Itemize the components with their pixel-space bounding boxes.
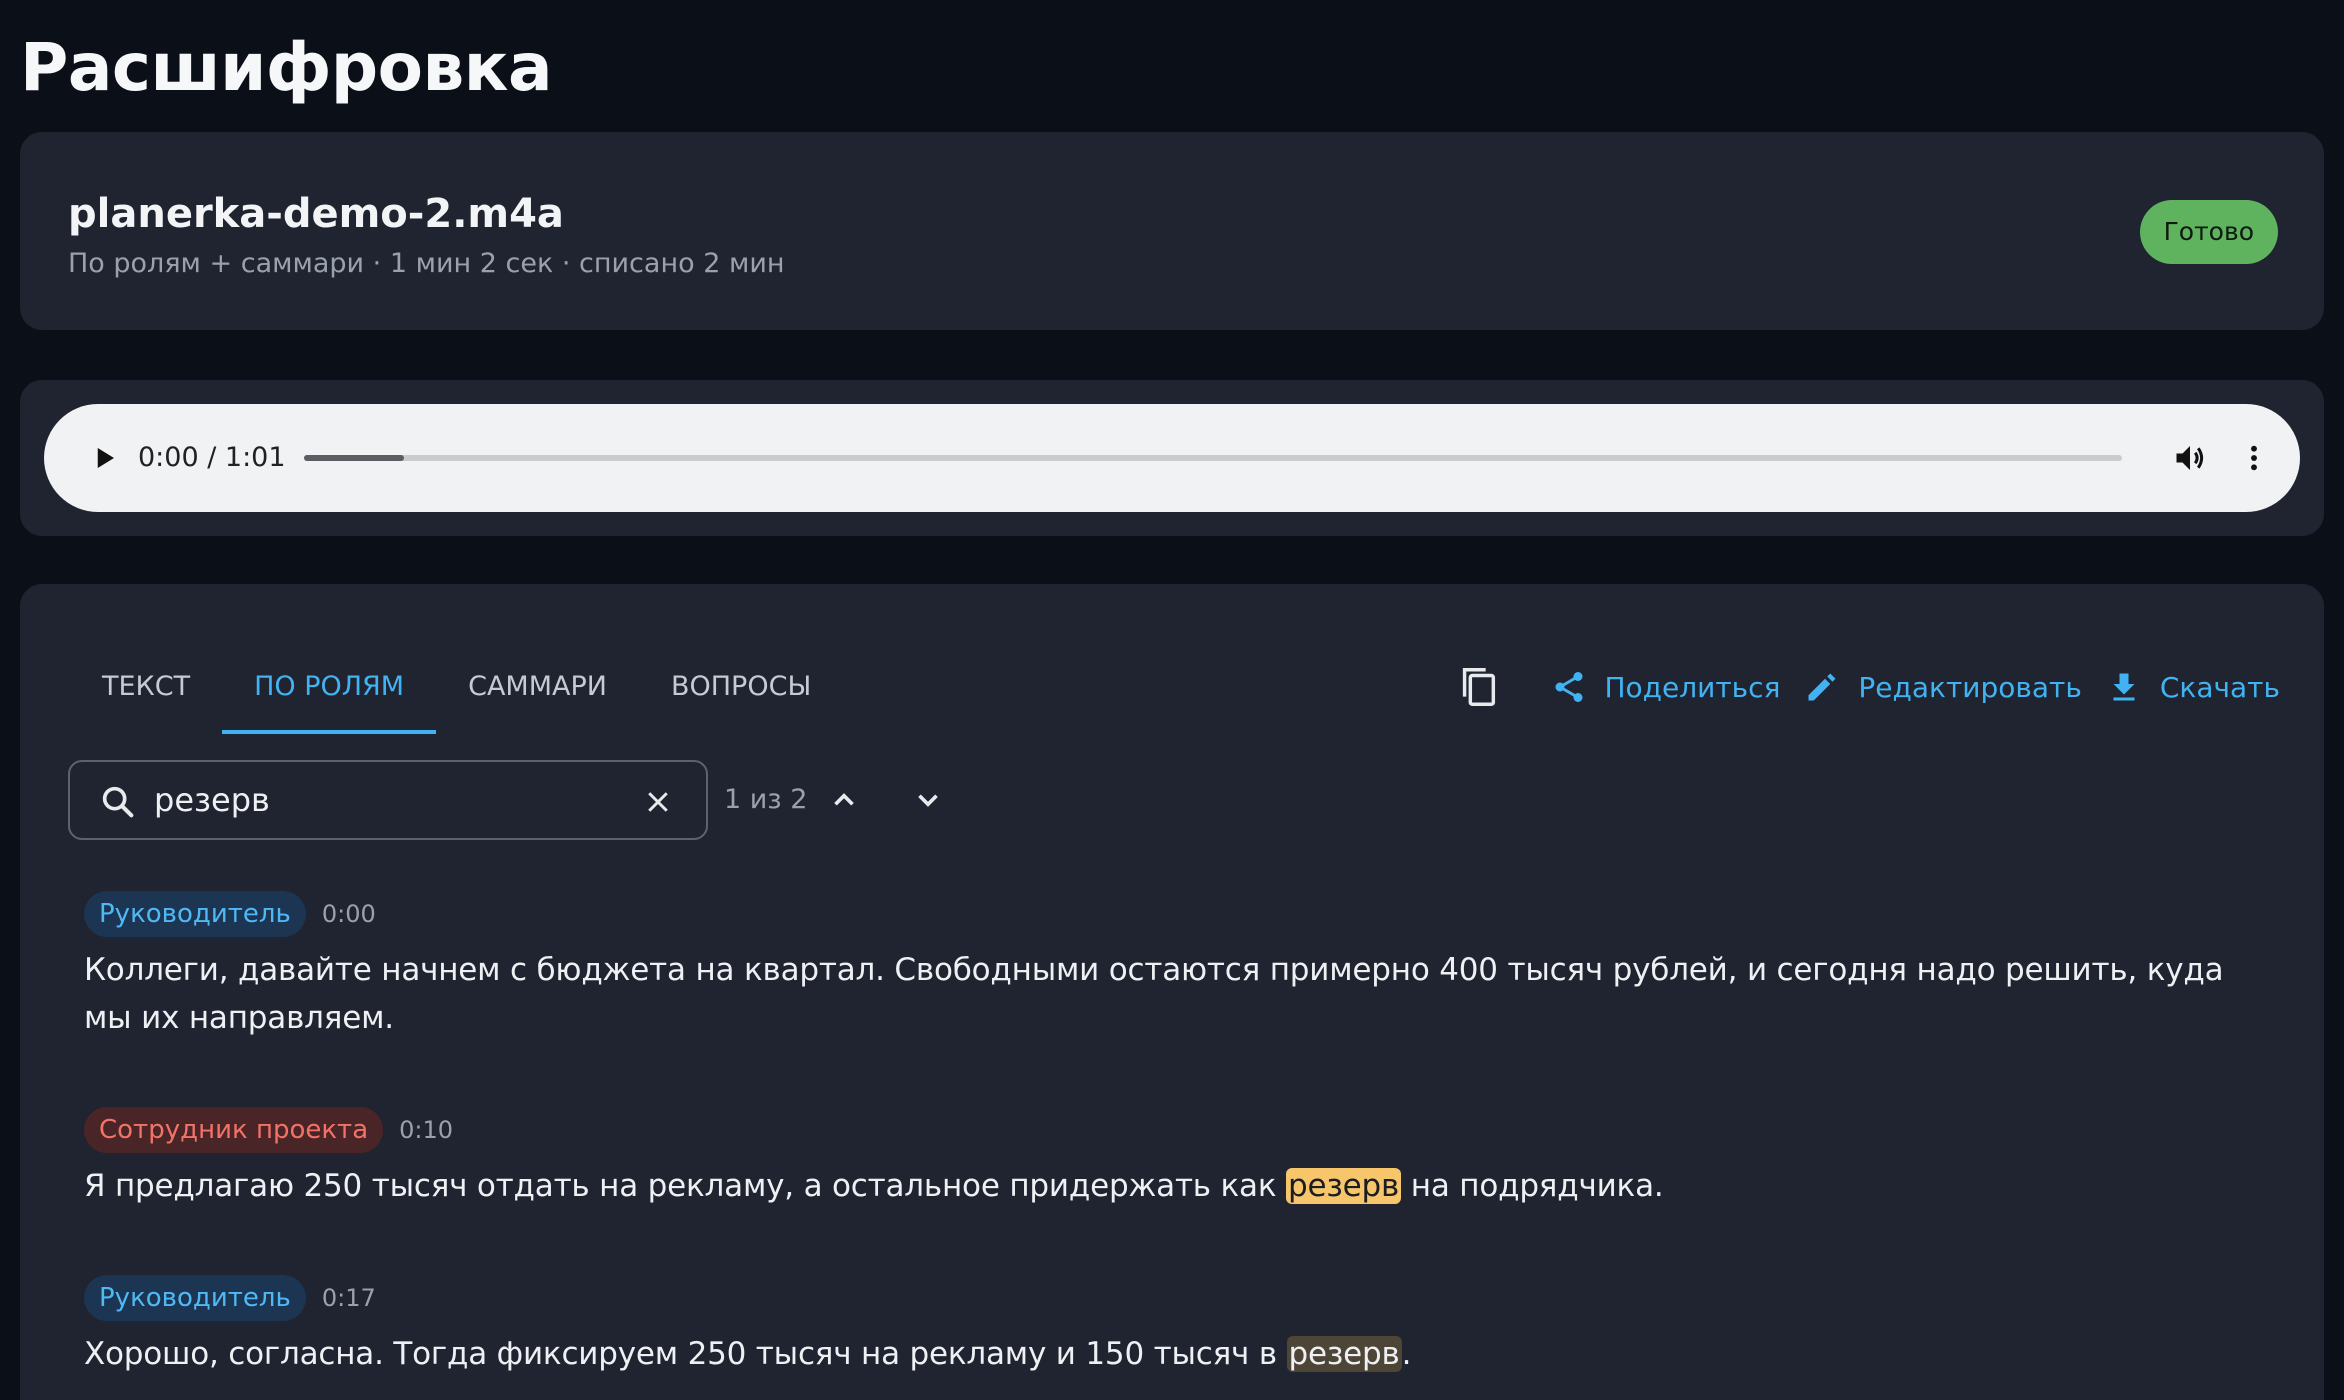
action-toolbar: Поделиться Редактировать Скачать [1449, 656, 2280, 718]
utterance-text-part: Коллеги, давайте начнем с бюджета на ква… [84, 952, 2224, 1036]
transcript-card: ТЕКСТ ПО РОЛЯМ САММАРИ ВОПРОСЫ Поделитьс… [20, 584, 2324, 1400]
progress-buffer [304, 455, 404, 461]
utterance-text-part: . [1401, 1336, 1412, 1372]
speaker-row: Сотрудник проекта 0:10 [84, 1106, 2264, 1154]
utterance-text: Хорошо, согласна. Тогда фиксируем 250 ты… [84, 1330, 2264, 1378]
audio-player: 0:00 / 1:01 [44, 404, 2300, 512]
timestamp[interactable]: 0:00 [322, 900, 376, 928]
file-name: planerka-demo-2.m4a [68, 191, 564, 237]
player-card: 0:00 / 1:01 [20, 380, 2324, 536]
speaker-chip[interactable]: Руководитель [84, 1275, 306, 1321]
search-icon [102, 786, 134, 818]
utterance: Руководитель 0:00 Коллеги, давайте начне… [84, 890, 2264, 1042]
time-display: 0:00 / 1:01 [138, 442, 286, 473]
timestamp[interactable]: 0:17 [322, 1284, 376, 1312]
tab-text[interactable]: ТЕКСТ [70, 640, 222, 734]
more-options-button[interactable] [2230, 434, 2278, 482]
view-tabs: ТЕКСТ ПО РОЛЯМ САММАРИ ВОПРОСЫ [70, 640, 843, 734]
status-badge: Готово [2139, 200, 2278, 264]
file-info-card: planerka-demo-2.m4a По ролям + саммари ·… [20, 132, 2324, 330]
file-meta: По ролям + саммари · 1 мин 2 сек · списа… [68, 248, 785, 279]
download-button[interactable]: Скачать [2104, 658, 2280, 716]
utterance: Руководитель 0:17 Хорошо, согласна. Тогд… [84, 1274, 2264, 1378]
speaker-chip[interactable]: Сотрудник проекта [84, 1107, 384, 1153]
transcript-page: Расшифровка planerka-demo-2.m4a По ролям… [0, 0, 2344, 1400]
speaker-chip[interactable]: Руководитель [84, 891, 306, 937]
utterance: Сотрудник проекта 0:10 Я предлагаю 250 т… [84, 1106, 2264, 1210]
search-highlight-current: резерв [1286, 1168, 1402, 1204]
search-highlight: резерв [1286, 1336, 1402, 1372]
page-title: Расшифровка [20, 29, 553, 106]
volume-button[interactable] [2166, 434, 2214, 482]
chevron-down-icon [918, 794, 938, 807]
share-button[interactable]: Поделиться [1549, 658, 1781, 716]
chevron-up-icon [834, 793, 854, 806]
play-button[interactable] [80, 434, 128, 482]
pencil-icon [1802, 667, 1842, 707]
play-icon [97, 448, 114, 468]
match-counter: 1 из 2 [724, 784, 808, 815]
edit-button[interactable]: Редактировать [1802, 658, 2082, 716]
tab-by-roles[interactable]: ПО РОЛЯМ [222, 640, 437, 734]
copy-button[interactable] [1449, 658, 1507, 716]
download-label: Скачать [2159, 670, 2280, 704]
copy-icon [1462, 668, 1495, 706]
speaker-row: Руководитель 0:00 [84, 890, 2264, 938]
prev-match-button[interactable] [820, 776, 868, 824]
next-match-button[interactable] [904, 776, 952, 824]
clear-search-button[interactable] [640, 784, 676, 820]
utterance-text: Коллеги, давайте начнем с бюджета на ква… [84, 946, 2264, 1042]
volume-icon [2176, 446, 2204, 470]
download-icon [2104, 667, 2144, 707]
utterance-text-part: Хорошо, согласна. Тогда фиксируем 250 ты… [84, 1336, 1287, 1372]
search-box [68, 760, 708, 840]
timestamp[interactable]: 0:10 [399, 1116, 453, 1144]
share-label: Поделиться [1604, 670, 1781, 704]
utterance-text-part: Я предлагаю 250 тысяч отдать на рекламу,… [84, 1168, 1287, 1204]
tab-questions[interactable]: ВОПРОСЫ [639, 640, 843, 734]
tab-summary[interactable]: САММАРИ [436, 640, 639, 734]
share-icon [1549, 667, 1589, 707]
more-vert-icon [2251, 445, 2257, 471]
search-input[interactable] [154, 776, 614, 824]
progress-slider[interactable] [304, 455, 2122, 461]
speaker-row: Руководитель 0:17 [84, 1274, 2264, 1322]
edit-label: Редактировать [1858, 670, 2082, 704]
utterance-text-part: на подрядчика. [1401, 1168, 1664, 1204]
close-icon [648, 792, 668, 812]
utterance-text: Я предлагаю 250 тысяч отдать на рекламу,… [84, 1162, 2264, 1210]
